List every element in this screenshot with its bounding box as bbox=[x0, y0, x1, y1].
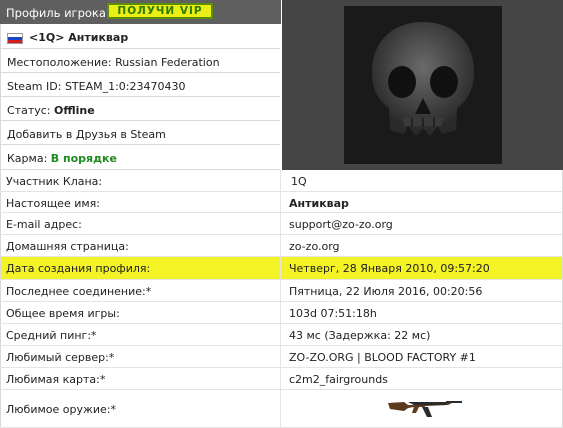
profile-title: Профиль игрока bbox=[6, 6, 106, 20]
favorite-weapon-label: Любимое оружие:* bbox=[6, 403, 117, 416]
table-row: E-mail адрес: support@zo-zo.org bbox=[0, 213, 563, 235]
real-name-value: Антиквар bbox=[289, 197, 349, 210]
table-row: Последнее соединение:* Пятница, 22 Июля … bbox=[0, 280, 563, 302]
location-label: Местоположение: bbox=[7, 56, 112, 69]
table-row: Любимая карта:* c2m2_fairgrounds bbox=[0, 368, 563, 390]
last-connection-label: Последнее соединение:* bbox=[6, 285, 152, 298]
playtime-value: 103d 07:51:18h bbox=[289, 307, 377, 320]
ping-label: Средний пинг:* bbox=[6, 329, 97, 342]
russia-flag-icon bbox=[7, 33, 23, 44]
add-friend-link[interactable]: Добавить в Друзья в Steam bbox=[0, 121, 280, 145]
last-connection-value: Пятница, 22 Июля 2016, 00:20:56 bbox=[289, 285, 483, 298]
player-name-row: <1Q> Антиквар bbox=[0, 24, 280, 49]
homepage-value: zo-zo.org bbox=[289, 240, 340, 253]
profile-header-block: Профиль игрока ПОЛУЧИ VIP <1Q> Антиквар … bbox=[0, 0, 563, 170]
location-value: Russian Federation bbox=[115, 56, 220, 69]
email-label: E-mail адрес: bbox=[6, 218, 82, 231]
steam-id-value: STEAM_1:0:23470430 bbox=[64, 80, 186, 93]
real-name-label: Настоящее имя: bbox=[6, 197, 100, 210]
karma-label: Карма: bbox=[7, 152, 48, 165]
favorite-server-value: ZO-ZO.ORG | BLOOD FACTORY #1 bbox=[289, 351, 476, 364]
profile-header-bar: Профиль игрока ПОЛУЧИ VIP bbox=[0, 0, 281, 24]
location-row: Местоположение: Russian Federation bbox=[0, 49, 280, 73]
table-row: Участник Клана: 1Q bbox=[0, 170, 563, 192]
table-row: Любимое оружие:* bbox=[0, 390, 563, 428]
ak47-weapon-icon bbox=[386, 397, 466, 419]
table-row: Средний пинг:* 43 мс (Задержка: 22 мс) bbox=[0, 324, 563, 346]
favorite-map-value: c2m2_fairgrounds bbox=[289, 373, 388, 386]
player-name: <1Q> Антиквар bbox=[29, 31, 129, 44]
table-row: Дата создания профиля: Четверг, 28 Январ… bbox=[0, 257, 563, 280]
steam-id-label: Steam ID: bbox=[7, 80, 62, 93]
clan-label: Участник Клана: bbox=[6, 175, 103, 188]
table-row: Общее время игры: 103d 07:51:18h bbox=[0, 302, 563, 324]
karma-row: Карма: В порядке bbox=[0, 145, 280, 170]
ping-value: 43 мс (Задержка: 22 мс) bbox=[289, 329, 431, 342]
email-value: support@zo-zo.org bbox=[289, 218, 393, 231]
add-friend-label: Добавить в Друзья в Steam bbox=[7, 128, 166, 141]
karma-value: В порядке bbox=[50, 152, 117, 165]
favorite-map-label: Любимая карта:* bbox=[6, 373, 106, 386]
table-row: Любимый сервер:* ZO-ZO.ORG | BLOOD FACTO… bbox=[0, 346, 563, 368]
table-row: Домашняя страница: zo-zo.org bbox=[0, 235, 563, 257]
created-value: Четверг, 28 Января 2010, 09:57:20 bbox=[289, 262, 490, 275]
status-row: Статус: Offline bbox=[0, 97, 280, 121]
clan-value: 1Q bbox=[291, 175, 307, 188]
steam-id-row: Steam ID: STEAM_1:0:23470430 bbox=[0, 73, 280, 97]
status-label: Статус: bbox=[7, 104, 51, 117]
homepage-label: Домашняя страница: bbox=[6, 240, 129, 253]
playtime-label: Общее время игры: bbox=[6, 307, 120, 320]
get-vip-button[interactable]: ПОЛУЧИ VIP bbox=[107, 3, 213, 19]
avatar-panel bbox=[282, 0, 563, 170]
player-profile: Профиль игрока ПОЛУЧИ VIP <1Q> Антиквар … bbox=[0, 0, 563, 428]
favorite-server-label: Любимый сервер:* bbox=[6, 351, 115, 364]
created-label: Дата создания профиля: bbox=[6, 262, 151, 275]
status-value: Offline bbox=[54, 104, 95, 117]
table-row: Настоящее имя: Антиквар bbox=[0, 192, 563, 213]
skull-avatar bbox=[344, 6, 502, 164]
